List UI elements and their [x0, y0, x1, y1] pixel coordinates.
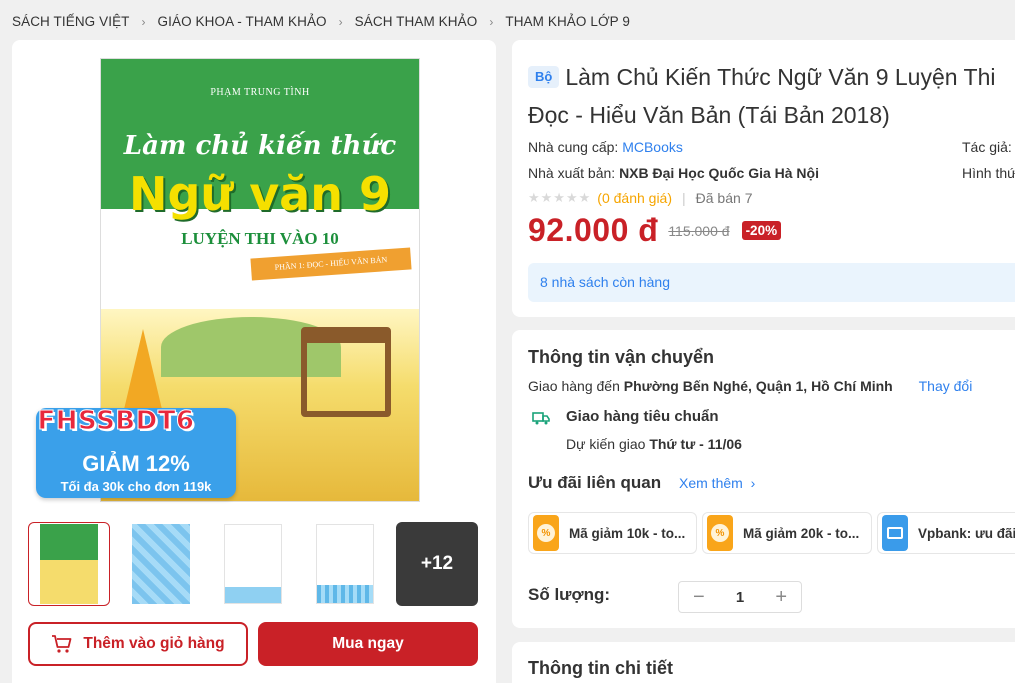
promo-code: FHSSBDT6: [37, 406, 195, 437]
product-title: Làm Chủ Kiến Thức Ngữ Văn 9 Luyện Thi Đọ…: [528, 64, 996, 128]
publisher-label: Nhà xuất bản:: [528, 165, 616, 181]
format-label: Hình thức: [962, 165, 1015, 181]
cover-title-line3: LUYỆN THI VÀO 10: [181, 229, 339, 248]
see-more-label: Xem thêm: [679, 475, 743, 491]
breadcrumb-item[interactable]: SÁCH THAM KHẢO: [355, 14, 478, 29]
coupon-item[interactable]: Vpbank: ưu đãi: [877, 512, 1015, 554]
cover-well: [301, 327, 391, 417]
eta-label: Dự kiến giao: [566, 436, 646, 452]
quantity-label: Số lượng:: [528, 585, 610, 604]
chevron-right-icon: ›: [141, 14, 146, 29]
more-images-button[interactable]: +12: [396, 522, 478, 606]
coupon-icon: %: [707, 515, 733, 551]
chevron-right-icon: ›: [489, 14, 494, 29]
chevron-right-icon: ›: [338, 14, 343, 29]
details-card: Thông tin chi tiết: [512, 642, 1015, 683]
add-to-cart-label: Thêm vào giỏ hàng: [83, 635, 225, 652]
chevron-right-icon: ›: [746, 475, 756, 491]
breadcrumb-item[interactable]: GIÁO KHOA - THAM KHẢO: [158, 14, 327, 29]
publisher-row: Nhà xuất bản: NXB Đại Học Quốc Gia Hà Nộ…: [528, 165, 819, 181]
supplier-link[interactable]: MCBooks: [622, 139, 683, 155]
truck-icon: [532, 412, 550, 425]
thumbnail-strip: +12: [28, 522, 488, 606]
thumbnail-image: [40, 524, 98, 604]
product-media-card: PHẠM TRUNG TÌNH Làm chủ kiến thức Ngữ vă…: [12, 40, 496, 683]
cart-icon: [52, 635, 72, 653]
shipping-heading: Thông tin vận chuyển: [528, 347, 715, 367]
cover-author: PHẠM TRUNG TÌNH: [210, 87, 310, 98]
offers-heading: Ưu đãi liên quan: [528, 473, 662, 492]
price-row: 92.000 đ 115.000 đ -20%: [528, 212, 782, 249]
details-heading: Thông tin chi tiết: [528, 658, 673, 678]
divider: |: [682, 190, 686, 206]
shipping-method: Giao hàng tiêu chuẩn: [566, 408, 719, 425]
buy-now-button[interactable]: Mua ngay: [258, 622, 478, 666]
promo-condition: Tối đa 30k cho đơn 119k: [60, 479, 212, 494]
coupon-icon: %: [533, 515, 559, 551]
breadcrumb-item[interactable]: THAM KHẢO LỚP 9: [505, 14, 630, 29]
supplier-row: Nhà cung cấp: MCBooks: [528, 139, 683, 155]
cover-title-line2: Ngữ văn 9: [129, 167, 391, 221]
coupon-item[interactable]: % Mã giảm 10k - to...: [528, 512, 697, 554]
bundle-badge: Bộ: [528, 66, 560, 88]
eta-value: Thứ tư - 11/06: [649, 436, 742, 452]
store-stock-link[interactable]: 8 nhà sách còn hàng: [528, 263, 1015, 302]
supplier-label: Nhà cung cấp:: [528, 139, 619, 155]
coupon-label: Mã giảm 10k - to...: [569, 525, 686, 541]
thumbnail-image: [224, 524, 282, 604]
card-icon: [882, 515, 908, 551]
eta-row: Dự kiến giao Thứ tư - 11/06: [566, 436, 742, 452]
see-more-offers-link[interactable]: Xem thêm ›: [679, 475, 755, 491]
quantity-input[interactable]: 1: [736, 589, 744, 606]
thumbnail-image: [132, 524, 190, 604]
sold-count: 7: [744, 190, 753, 206]
thumbnail[interactable]: [304, 522, 386, 606]
coupon-label: Mã giảm 20k - to...: [743, 525, 860, 541]
decrease-quantity-button[interactable]: −: [693, 586, 705, 609]
coupon-item[interactable]: % Mã giảm 20k - to...: [702, 512, 872, 554]
original-price: 115.000 đ: [668, 222, 730, 239]
add-to-cart-button[interactable]: Thêm vào giỏ hàng: [28, 622, 248, 666]
change-address-link[interactable]: Thay đổi: [919, 378, 973, 394]
rating-row: ★★★★★ (0 đánh giá) | Đã bán 7: [528, 190, 752, 206]
delivery-address-row: Giao hàng đến Phường Bến Nghé, Quận 1, H…: [528, 378, 972, 394]
breadcrumb-item[interactable]: SÁCH TIẾNG VIỆT: [12, 14, 130, 29]
sold-label: Đã bán: [695, 190, 741, 206]
current-price: 92.000 đ: [528, 212, 659, 248]
publisher-value: NXB Đại Học Quốc Gia Hà Nội: [619, 165, 819, 181]
star-rating-icon: ★★★★★: [528, 190, 592, 205]
product-title-row: Bộ Làm Chủ Kiến Thức Ngữ Văn 9 Luyện Thi …: [528, 58, 1015, 134]
product-info-card: Bộ Làm Chủ Kiến Thức Ngữ Văn 9 Luyện Thi …: [512, 40, 1015, 317]
thumbnail[interactable]: [28, 522, 110, 606]
thumbnail-image: [316, 524, 374, 604]
delivery-address: Phường Bến Nghé, Quận 1, Hồ Chí Minh: [623, 378, 893, 394]
thumbnail[interactable]: [120, 522, 202, 606]
cover-title-line1: Làm chủ kiến thức: [123, 131, 397, 161]
coupon-label: Vpbank: ưu đãi: [918, 525, 1015, 541]
author-label: Tác giả:: [962, 139, 1012, 155]
cover-ribbon: PHẦN 1: ĐỌC - HIỂU VĂN BẢN: [250, 247, 412, 281]
shipping-card: Thông tin vận chuyển Giao hàng đến Phườn…: [512, 330, 1015, 628]
rating-count[interactable]: (0 đánh giá): [597, 190, 672, 206]
author-row: Tác giả:: [962, 139, 1012, 155]
discount-badge: -20%: [741, 221, 782, 240]
thumbnail[interactable]: [212, 522, 294, 606]
quantity-stepper: − 1 +: [678, 581, 802, 613]
deliver-to-label: Giao hàng đến: [528, 378, 620, 394]
increase-quantity-button[interactable]: +: [775, 586, 787, 609]
breadcrumb: SÁCH TIẾNG VIỆT › GIÁO KHOA - THAM KHẢO …: [12, 14, 630, 29]
format-row: Hình thức: [962, 165, 1015, 181]
promo-discount: GIẢM 12%: [82, 451, 190, 476]
